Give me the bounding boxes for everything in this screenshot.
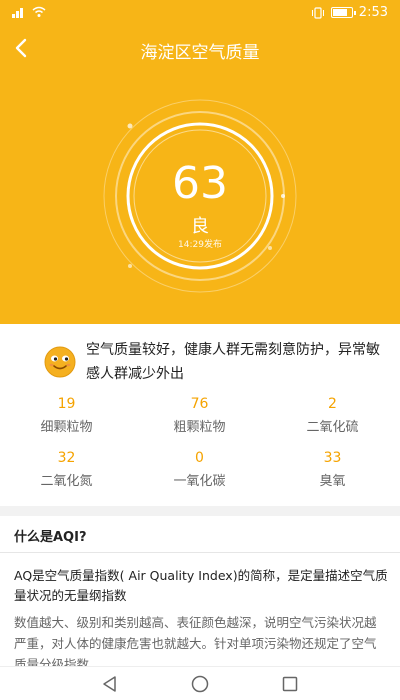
aqi-info-section: 什么是AQI? AQ是空气质量指数( Air Quality Index)的简称… (0, 516, 400, 666)
info-title: 什么是AQI? (14, 530, 87, 545)
pollutant-name: 一氧化碳 (173, 474, 226, 489)
health-advice: 空气质量较好，健康人群无需刻意防护，异常敏感人群减少外出 (44, 338, 384, 386)
pollutant-co: 0 一氧化碳 (133, 450, 266, 489)
gauge-center: 63 良 14:29发布 (128, 124, 272, 268)
aqi-level: 良 (191, 216, 209, 237)
summary-card: 空气质量较好，健康人群无需刻意防护，异常敏感人群减少外出 19 细颗粒物 76 … (0, 324, 400, 506)
cell-signal-icon (12, 6, 26, 18)
page-title: 海淀区空气质量 (140, 43, 260, 63)
pollutant-value: 76 (190, 396, 209, 412)
pollutant-so2: 2 二氧化硫 (266, 396, 399, 435)
pollutant-pm25: 19 细颗粒物 (0, 396, 133, 435)
pollutant-pm10: 76 粗颗粒物 (133, 396, 266, 435)
pollutant-o3: 33 臭氧 (266, 450, 399, 489)
summary-text: 空气质量较好，健康人群无需刻意防护，异常敏感人群减少外出 (86, 342, 380, 382)
pollutant-name: 细颗粒物 (40, 420, 93, 435)
pollutant-name: 粗颗粒物 (173, 420, 226, 435)
pollutant-no2: 32 二氧化氮 (0, 450, 133, 489)
divider (0, 552, 400, 553)
nav-back-icon[interactable] (100, 674, 120, 694)
pollutant-value: 2 (328, 396, 337, 412)
status-bar: 2:53 (0, 0, 400, 26)
publish-time: 14:29发布 (178, 240, 222, 250)
pollutant-name: 二氧化硫 (306, 420, 359, 435)
pollutant-value: 0 (195, 450, 204, 466)
aqi-definition: AQ是空气质量指数( Air Quality Index)的简称，是定量描述空气… (14, 568, 388, 603)
pollutant-name: 臭氧 (319, 474, 346, 489)
pollutant-value: 19 (57, 396, 76, 412)
aqi-gauge: 63 良 14:29发布 (100, 96, 300, 296)
status-time: 2:53 (358, 5, 388, 20)
wifi-icon (32, 6, 46, 17)
aqi-detail: 数值越大、级别和类别越高、表征颜色越深，说明空气污染状况越严重，对人体的健康危害… (14, 615, 377, 666)
battery-icon (330, 7, 356, 18)
vibrate-icon (311, 6, 324, 19)
pollutant-value: 32 (57, 450, 76, 466)
smiley-face-icon (44, 346, 76, 378)
aqi-header: 海淀区空气质量 63 良 14:29发布 (0, 26, 400, 324)
aqi-value: 63 (172, 158, 228, 209)
pollutant-name: 二氧化氮 (40, 474, 93, 489)
pollutant-value: 33 (323, 450, 342, 466)
system-nav-bar (0, 666, 400, 700)
nav-recent-icon[interactable] (280, 674, 300, 694)
nav-home-icon[interactable] (190, 674, 210, 694)
